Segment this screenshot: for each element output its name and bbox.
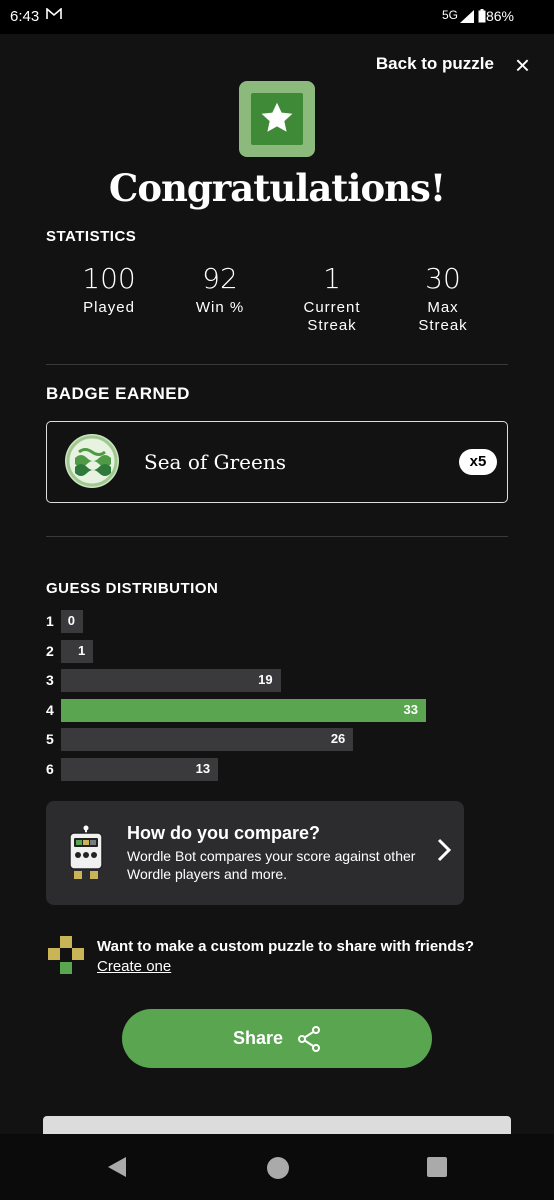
chevron-right-icon [436,837,452,869]
battery-percent: 86% [485,8,514,24]
stat-label: Win % [195,299,245,316]
distribution-bar: 0 [61,610,83,633]
star-badge-icon [239,81,315,157]
network-label: 5G [441,8,458,22]
sea-of-greens-badge-icon [65,434,119,488]
distribution-row: 5 26 [46,728,466,752]
star-icon [261,102,293,132]
distribution-row: 6 13 [46,757,466,782]
share-label: Share [233,1028,284,1048]
stat-played: 100 Played [54,262,164,317]
stat-win-percent: 92 Win % [165,262,275,317]
compare-description: Wordle Bot compares your score against o… [127,848,416,882]
share-icon [297,1026,321,1057]
stat-label: Played [83,299,135,316]
badge-card[interactable]: Sea of Greens x5 [46,421,508,503]
custom-puzzle-question: Want to make a custom puzzle to share wi… [97,938,474,955]
badge-earned-title: BADGE EARNED [46,384,190,403]
distribution-count: 0 [67,613,75,628]
back-to-puzzle-link[interactable]: Back to puzzle [376,54,494,74]
divider [46,536,508,537]
distribution-row: 21 [46,639,466,664]
guess-number: 4 [46,701,54,718]
distribution-bar: 19 [61,669,281,692]
battery-icon [478,9,486,28]
gmail-icon [46,7,62,23]
distribution-bar: 26 [61,728,354,751]
guess-number: 1 [46,613,54,629]
distribution-count: 26 [330,731,346,746]
stat-value: 30 [425,262,461,295]
stat-label: Current Streak [303,299,361,334]
system-nav-bar [0,1134,554,1200]
signal-icon [460,10,474,28]
badge-count: x5 [459,449,497,475]
stat-value: 92 [202,262,238,295]
guess-number: 6 [46,760,54,777]
badge-name: Sea of Greens [144,450,286,474]
distribution-bar: 1 [61,639,94,663]
stat-label: Max Streak [418,299,468,334]
close-icon[interactable]: × [515,52,530,78]
share-button[interactable]: Share [122,1009,432,1068]
back-triangle-icon[interactable] [106,1156,128,1183]
guess-number: 2 [46,642,54,659]
stat-current-streak: 1 Current Streak [277,262,387,335]
distribution-count: 19 [258,672,273,687]
home-circle-icon[interactable] [266,1156,290,1185]
compare-title: How do you compare? [127,823,321,843]
distribution-bar: 13 [61,757,219,781]
create-one-link[interactable]: Create one [97,958,171,975]
compare-card[interactable]: How do you compare? Wordle Bot compares … [46,801,464,905]
congrats-title: Congratulations! [108,166,446,210]
statistics-title: STATISTICS [46,228,137,245]
distribution-row: 10 [46,610,466,634]
guess-number: 5 [46,731,54,747]
stat-value: 1 [323,262,341,295]
distribution-row: 4 33 [46,698,466,723]
divider [46,364,508,365]
custom-puzzle-icon [48,936,84,979]
guess-number: 3 [46,672,54,688]
wordle-bot-icon [66,825,106,886]
stat-value: 100 [82,262,136,295]
distribution-count: 1 [78,642,86,658]
recents-square-icon[interactable] [427,1157,447,1182]
star-tile-inner [251,93,303,145]
distribution-count: 13 [195,760,211,776]
distribution-row: 3 19 [46,669,466,693]
status-time: 6:43 [10,8,40,25]
distribution-count: 33 [403,701,418,717]
guess-distribution-title: GUESS DISTRIBUTION [46,580,219,597]
stat-max-streak: 30 Max Streak [388,262,498,335]
status-bar: 6:43 5G 86% [0,0,554,34]
distribution-bar: 33 [61,698,426,722]
